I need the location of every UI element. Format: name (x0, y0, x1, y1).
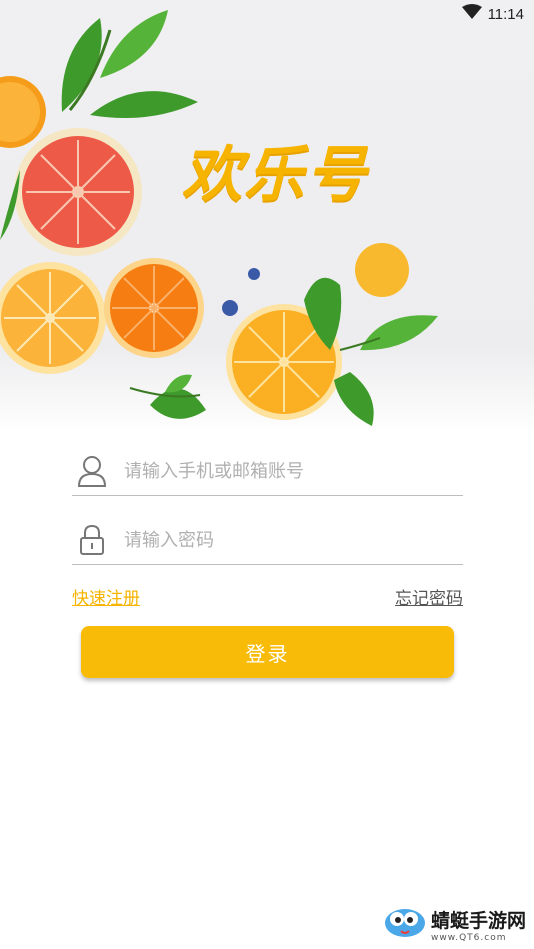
watermark: 蜻蜓手游网 www.QT6.com (383, 905, 526, 943)
forgot-password-link[interactable]: 忘记密码 (395, 584, 463, 609)
password-field[interactable] (72, 516, 463, 565)
fruit-illustration (0, 10, 438, 426)
app-title: 欢乐号 (182, 140, 368, 210)
account-field[interactable] (72, 447, 463, 496)
dragonfly-logo-icon (383, 905, 427, 943)
status-bar: 11:14 (0, 0, 534, 28)
hero-banner: 欢乐号 (0, 0, 534, 435)
lock-icon (72, 520, 112, 560)
account-input[interactable] (122, 459, 446, 483)
password-input[interactable] (122, 528, 446, 552)
wifi-icon (461, 4, 482, 24)
login-button[interactable]: 登录 (81, 626, 454, 678)
link-row: 快速注册 忘记密码 (72, 584, 463, 609)
watermark-name: 蜻蜓手游网 (430, 909, 526, 932)
status-time: 11:14 (487, 5, 524, 23)
user-icon (72, 451, 112, 491)
watermark-url: www.QT6.com (430, 932, 507, 943)
register-link[interactable]: 快速注册 (72, 584, 140, 609)
